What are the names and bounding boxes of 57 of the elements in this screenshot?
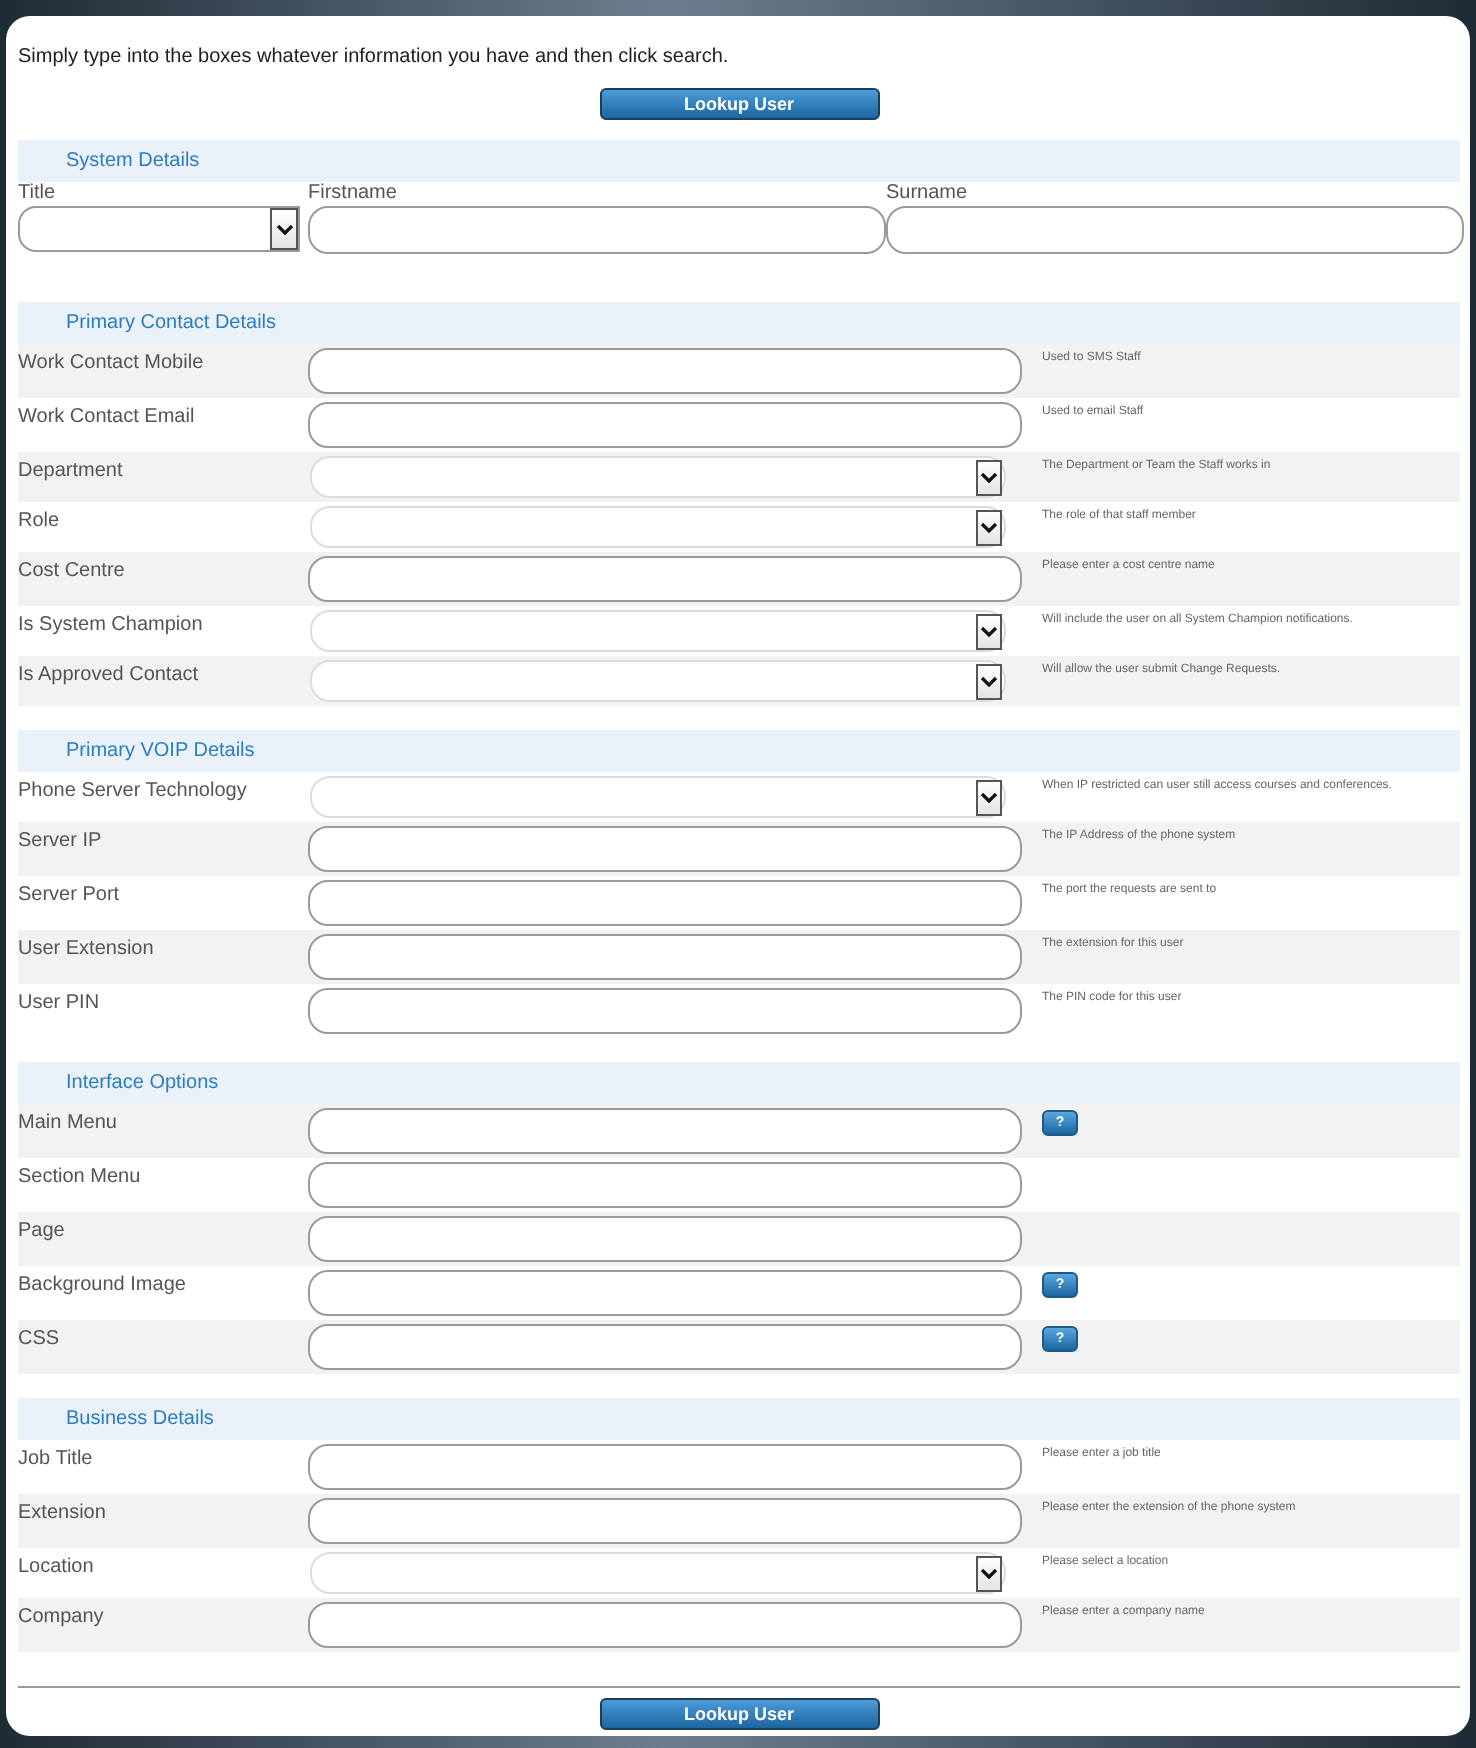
chevron-down-icon <box>976 1555 1002 1591</box>
text-field[interactable] <box>308 988 1022 1034</box>
text-field[interactable] <box>308 826 1022 872</box>
text-field[interactable] <box>308 1444 1022 1490</box>
text-field[interactable] <box>308 402 1022 448</box>
text-field[interactable] <box>308 1602 1022 1648</box>
field-label: Location <box>18 1554 94 1580</box>
section-header: Business Details <box>18 1398 1460 1440</box>
chevron-down-icon <box>270 208 298 250</box>
field-label: Is System Champion <box>18 612 203 638</box>
field-label: CSS <box>18 1326 60 1352</box>
section-header: Primary VOIP Details <box>18 730 1460 772</box>
field-label: User Extension <box>18 936 154 962</box>
field-label: Work Contact Email <box>18 404 195 430</box>
field-label: Background Image <box>18 1272 186 1298</box>
field-label: Company <box>18 1604 104 1630</box>
lookup-user-button[interactable]: Lookup User <box>599 1698 879 1730</box>
chevron-down-icon <box>976 509 1002 545</box>
text-field[interactable] <box>308 206 886 254</box>
chevron-down-icon <box>976 459 1002 495</box>
section-header: Interface Options <box>18 1062 1460 1104</box>
chevron-down-icon <box>976 613 1002 649</box>
field-label: Main Menu <box>18 1110 117 1136</box>
text-field[interactable] <box>308 1108 1022 1154</box>
field-label: Phone Server Technology <box>18 778 247 804</box>
field-label: Server Port <box>18 882 120 908</box>
text-field[interactable] <box>308 934 1022 980</box>
chevron-down-icon <box>976 779 1002 815</box>
field-label: Job Title <box>18 1446 93 1472</box>
field-label: Department <box>18 458 123 484</box>
text-field[interactable] <box>308 556 1022 602</box>
text-field[interactable] <box>308 1216 1022 1262</box>
field-label: Server IP <box>18 828 102 854</box>
field-label: Title <box>18 182 56 206</box>
field-label: Role <box>18 508 60 534</box>
lookup-user-button[interactable]: Lookup User <box>599 88 879 120</box>
text-field[interactable] <box>308 348 1022 394</box>
field-label: Is Approved Contact <box>18 662 199 688</box>
text-field[interactable] <box>308 1162 1022 1208</box>
text-field[interactable] <box>308 1498 1022 1544</box>
text-field[interactable] <box>308 1270 1022 1316</box>
chevron-down-icon <box>976 663 1002 699</box>
field-label: Extension <box>18 1500 106 1526</box>
field-label: Surname <box>886 182 968 206</box>
intro-text: Simply type into the boxes whatever information you have and then click search. <box>18 44 731 72</box>
field-label: User PIN <box>18 990 100 1016</box>
field-label: Section Menu <box>18 1164 141 1190</box>
field-label: Work Contact Mobile <box>18 350 204 376</box>
field-label: Cost Centre <box>18 558 125 584</box>
section-header: System Details <box>18 140 1460 182</box>
field-label: Firstname <box>308 182 397 206</box>
text-field[interactable] <box>886 206 1464 254</box>
select-field[interactable] <box>18 206 300 252</box>
section-header: Primary Contact Details <box>18 302 1460 344</box>
text-field[interactable] <box>308 880 1022 926</box>
text-field[interactable] <box>308 1324 1022 1370</box>
field-label: Page <box>18 1218 65 1244</box>
